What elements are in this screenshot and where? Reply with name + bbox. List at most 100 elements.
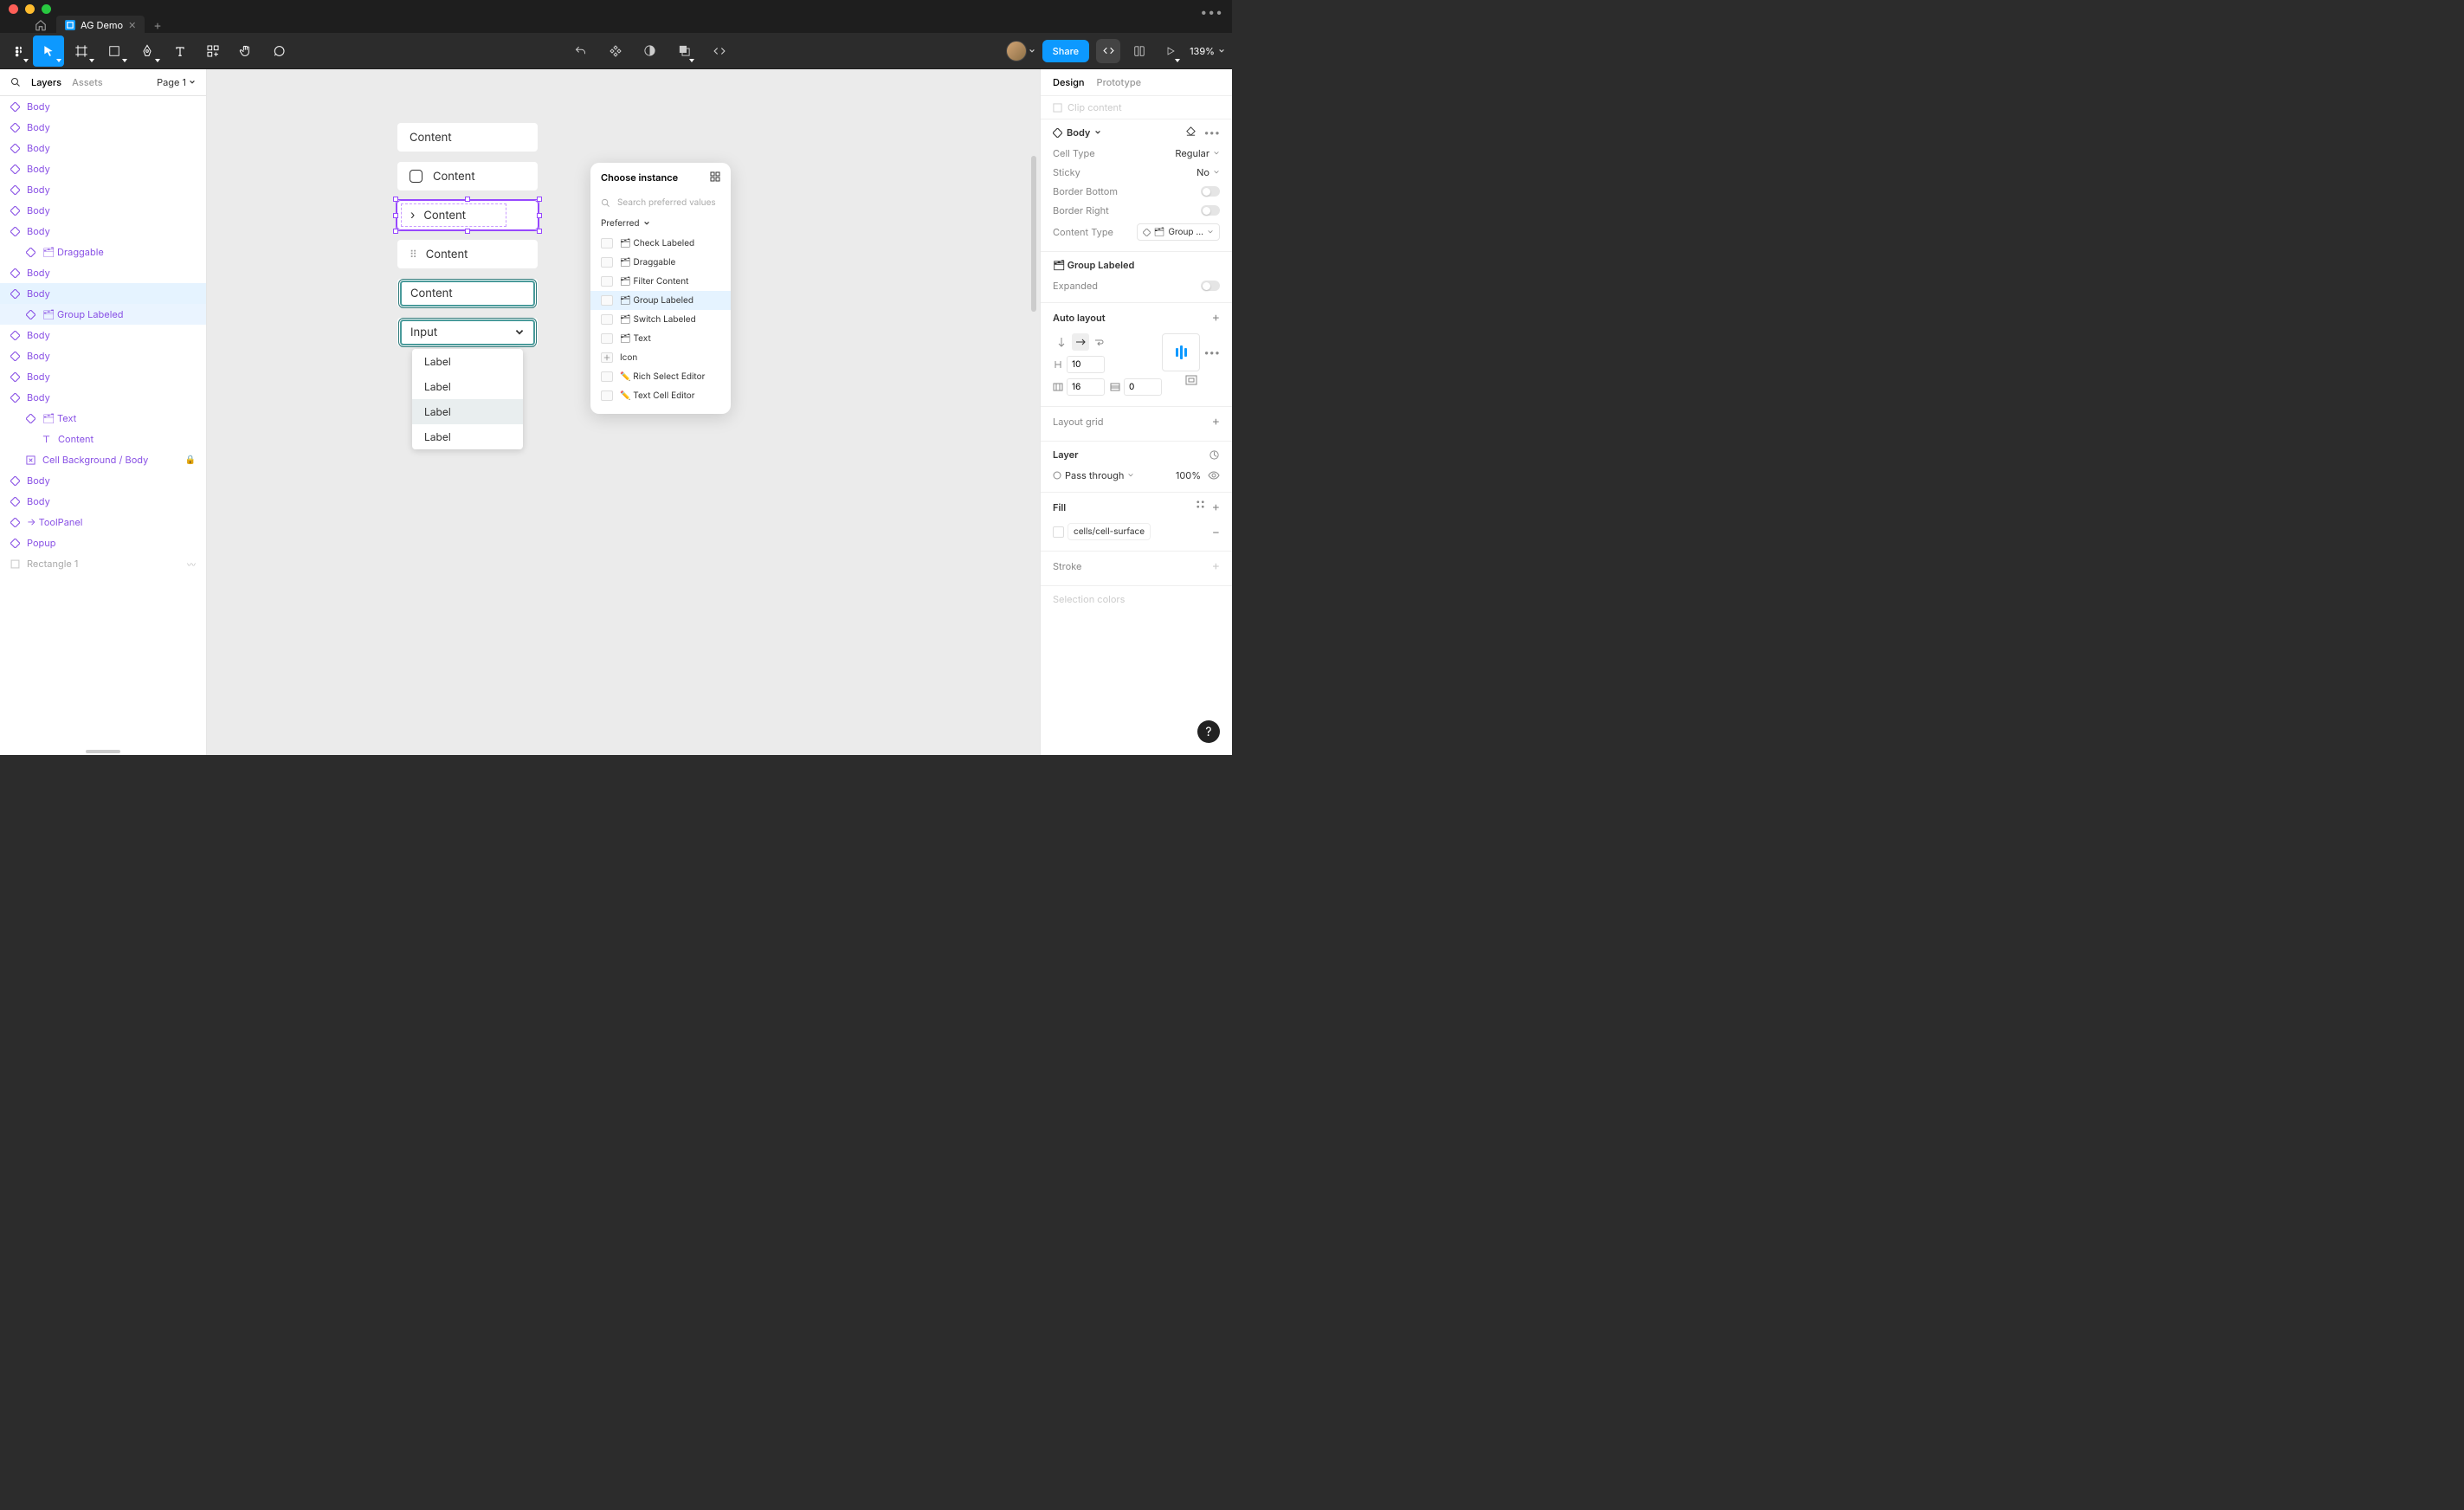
visibility-icon[interactable] — [1208, 471, 1220, 480]
instance-option-text[interactable]: 🗂 Text — [590, 329, 731, 348]
pad-h-input[interactable] — [1067, 378, 1105, 396]
layer-popup[interactable]: Popup — [0, 532, 206, 553]
shape-tool-button[interactable] — [99, 35, 130, 67]
individual-padding-icon[interactable] — [1185, 375, 1197, 385]
close-tab-icon[interactable]: ✕ — [128, 19, 136, 31]
cell-content-input[interactable]: Content — [397, 279, 538, 307]
layer-body[interactable]: Body — [0, 262, 206, 283]
dropdown-list[interactable]: Label Label Label Label — [412, 349, 523, 449]
layer-body[interactable]: Body — [0, 325, 206, 345]
style-icon[interactable] — [1185, 126, 1197, 139]
layer-body[interactable]: Body — [0, 158, 206, 179]
dropdown-option[interactable]: Label — [412, 374, 523, 399]
instance-option-text-cell[interactable]: ✏️ Text Cell Editor — [590, 386, 731, 405]
layer-body[interactable]: Body — [0, 491, 206, 512]
layer-body[interactable]: Body — [0, 117, 206, 138]
preferred-dropdown[interactable]: Preferred — [590, 213, 731, 234]
layer-settings-icon[interactable] — [1209, 449, 1220, 461]
alignment-grid[interactable] — [1162, 333, 1200, 371]
layer-body[interactable]: Body — [0, 366, 206, 387]
layers-tab[interactable]: Layers — [31, 76, 61, 88]
fill-styles-icon[interactable] — [1196, 500, 1205, 514]
frame-tool-button[interactable] — [66, 35, 97, 67]
search-icon[interactable] — [10, 77, 21, 87]
blend-mode-select[interactable]: Pass through — [1053, 469, 1134, 481]
layer-draggable[interactable]: 🗂 Draggable — [0, 242, 206, 262]
layer-body[interactable]: Body — [0, 387, 206, 408]
overflow-menu-icon[interactable]: ••• — [1200, 5, 1223, 20]
component-icon[interactable] — [603, 35, 628, 67]
design-tab[interactable]: Design — [1053, 76, 1085, 88]
move-tool-button[interactable] — [33, 35, 64, 67]
add-fill-icon[interactable]: + — [1212, 500, 1220, 514]
dropdown-option[interactable]: Label — [412, 349, 523, 374]
layer-group-labeled[interactable]: 🗂 Group Labeled — [0, 304, 206, 325]
direction-vertical[interactable] — [1053, 333, 1070, 351]
undo-icon[interactable] — [569, 35, 593, 67]
instance-search[interactable]: Search preferred values — [590, 192, 731, 213]
home-button[interactable] — [30, 15, 51, 35]
instance-option-rich-select[interactable]: ✏️ Rich Select Editor — [590, 367, 731, 386]
dev-mode-icon[interactable] — [707, 35, 732, 67]
cell-content-checkbox[interactable]: Content — [397, 162, 538, 190]
add-stroke-icon[interactable]: + — [1212, 558, 1220, 573]
mask-icon[interactable] — [638, 35, 662, 67]
gap-input[interactable] — [1067, 356, 1105, 373]
cell-content-plain[interactable]: Content — [397, 123, 538, 152]
cell-input-select[interactable]: Input — [397, 318, 538, 346]
dropdown-option[interactable]: Label — [412, 424, 523, 449]
text-tool-button[interactable] — [164, 35, 196, 67]
layer-cell-bg[interactable]: Cell Background / Body🔒 — [0, 449, 206, 470]
resources-button[interactable] — [197, 35, 229, 67]
layer-toolpanel[interactable]: → ToolPanel — [0, 512, 206, 532]
cell-content-group-selected[interactable]: › Content 157 × 32 — [397, 201, 538, 229]
autolayout-more-icon[interactable]: ••• — [1203, 346, 1220, 358]
layer-body[interactable]: Body — [0, 221, 206, 242]
layer-body[interactable]: Body — [0, 345, 206, 366]
assets-tab[interactable]: Assets — [72, 76, 103, 88]
expanded-toggle[interactable] — [1201, 281, 1220, 291]
cell-type-select[interactable]: Regular — [1175, 147, 1220, 159]
border-bottom-toggle[interactable] — [1201, 186, 1220, 197]
instance-option-filter-content[interactable]: 🗂 Filter Content — [590, 272, 731, 291]
layer-body[interactable]: Body — [0, 179, 206, 200]
grid-view-icon[interactable] — [710, 171, 720, 184]
instance-option-icon[interactable]: Icon — [590, 348, 731, 367]
component-name[interactable]: Body — [1053, 126, 1101, 139]
boolean-icon[interactable] — [673, 35, 697, 67]
instance-option-switch-labeled[interactable]: 🗂 Switch Labeled — [590, 310, 731, 329]
fill-variable[interactable]: cells/cell-surface — [1068, 523, 1151, 540]
layer-list[interactable]: Body Body Body Body Body Body Body 🗂 Dra… — [0, 96, 206, 748]
layer-body[interactable]: Body — [0, 138, 206, 158]
dev-mode-toggle[interactable] — [1096, 39, 1120, 63]
lock-icon[interactable]: 🔒 — [185, 455, 196, 465]
zoom-control[interactable]: 139% — [1190, 45, 1225, 57]
add-autolayout-icon[interactable]: + — [1212, 310, 1220, 325]
cell-content-draggable[interactable]: ⠿Content — [397, 240, 538, 268]
instance-option-draggable[interactable]: 🗂 Draggable — [590, 253, 731, 272]
instance-option-check-labeled[interactable]: 🗂 Check Labeled — [590, 234, 731, 253]
fill-swatch[interactable] — [1053, 526, 1064, 538]
file-tab[interactable]: AG Demo ✕ — [56, 16, 145, 35]
library-icon[interactable] — [1127, 35, 1151, 67]
layer-body[interactable]: Body — [0, 200, 206, 221]
instance-option-group-labeled[interactable]: 🗂 Group Labeled — [590, 291, 731, 310]
canvas[interactable]: Content Content › Content 157 × 32 ⠿Cont… — [207, 69, 1040, 755]
minimize-window-icon[interactable] — [25, 4, 35, 14]
sticky-select[interactable]: No — [1197, 166, 1220, 178]
add-grid-icon[interactable]: + — [1212, 414, 1220, 429]
pen-tool-button[interactable] — [132, 35, 163, 67]
opacity-value[interactable]: 100% — [1176, 469, 1201, 481]
avatar-menu[interactable] — [1006, 41, 1035, 61]
border-right-toggle[interactable] — [1201, 205, 1220, 216]
comment-tool-button[interactable] — [263, 35, 294, 67]
pad-v-input[interactable] — [1124, 378, 1162, 396]
visibility-icon[interactable]: 〰 — [187, 558, 196, 571]
hand-tool-button[interactable] — [230, 35, 261, 67]
direction-wrap[interactable] — [1091, 333, 1108, 351]
layer-content-text[interactable]: Content — [0, 429, 206, 449]
layer-text[interactable]: 🗂 Text — [0, 408, 206, 429]
more-icon[interactable]: ••• — [1203, 126, 1220, 139]
help-button[interactable]: ? — [1197, 720, 1220, 743]
page-selector[interactable]: Page 1 — [157, 76, 196, 88]
